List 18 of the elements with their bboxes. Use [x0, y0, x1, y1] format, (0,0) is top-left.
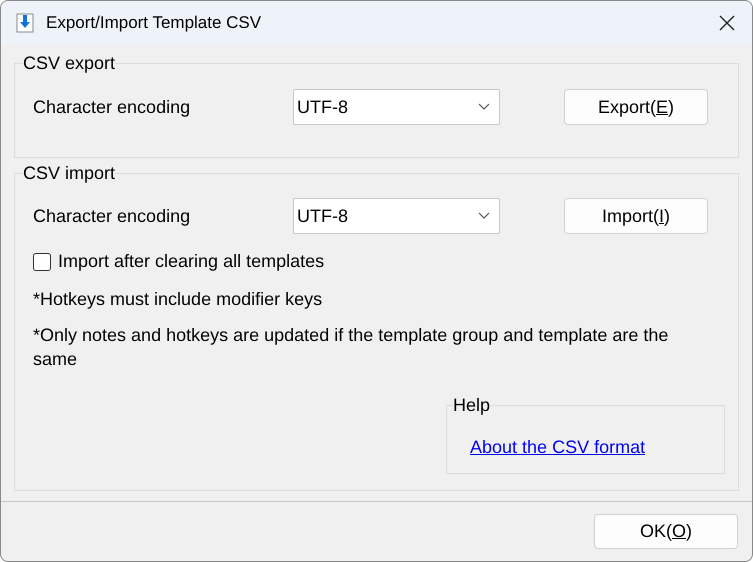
csv-format-link[interactable]: About the CSV format: [470, 434, 646, 461]
import-button[interactable]: Import(I): [564, 198, 708, 234]
note-text: *Hotkeys must include modifier keys: [33, 288, 324, 311]
chevron-down-icon: [478, 212, 490, 220]
export-button[interactable]: Export(E): [564, 89, 708, 125]
encoding-label: Character encoding: [32, 96, 192, 119]
note-text: *Only notes and hotkeys are updated if the template group and template are the same: [33, 324, 670, 371]
encoding-dropdown[interactable]: UTF-8: [293, 89, 500, 125]
window-title: Export/Import Template CSV: [46, 12, 262, 34]
close-button[interactable]: [717, 13, 737, 33]
download-icon: [16, 13, 34, 33]
checkbox[interactable]: [33, 252, 51, 270]
close-icon: [719, 15, 735, 31]
encoding-label: Character encoding: [32, 204, 192, 228]
encoding-dropdown[interactable]: UTF-8: [293, 198, 500, 234]
checkbox-label[interactable]: Import after clearing all templates: [58, 248, 324, 275]
ok-button[interactable]: OK(O): [594, 514, 738, 549]
chevron-down-icon: [478, 103, 490, 111]
